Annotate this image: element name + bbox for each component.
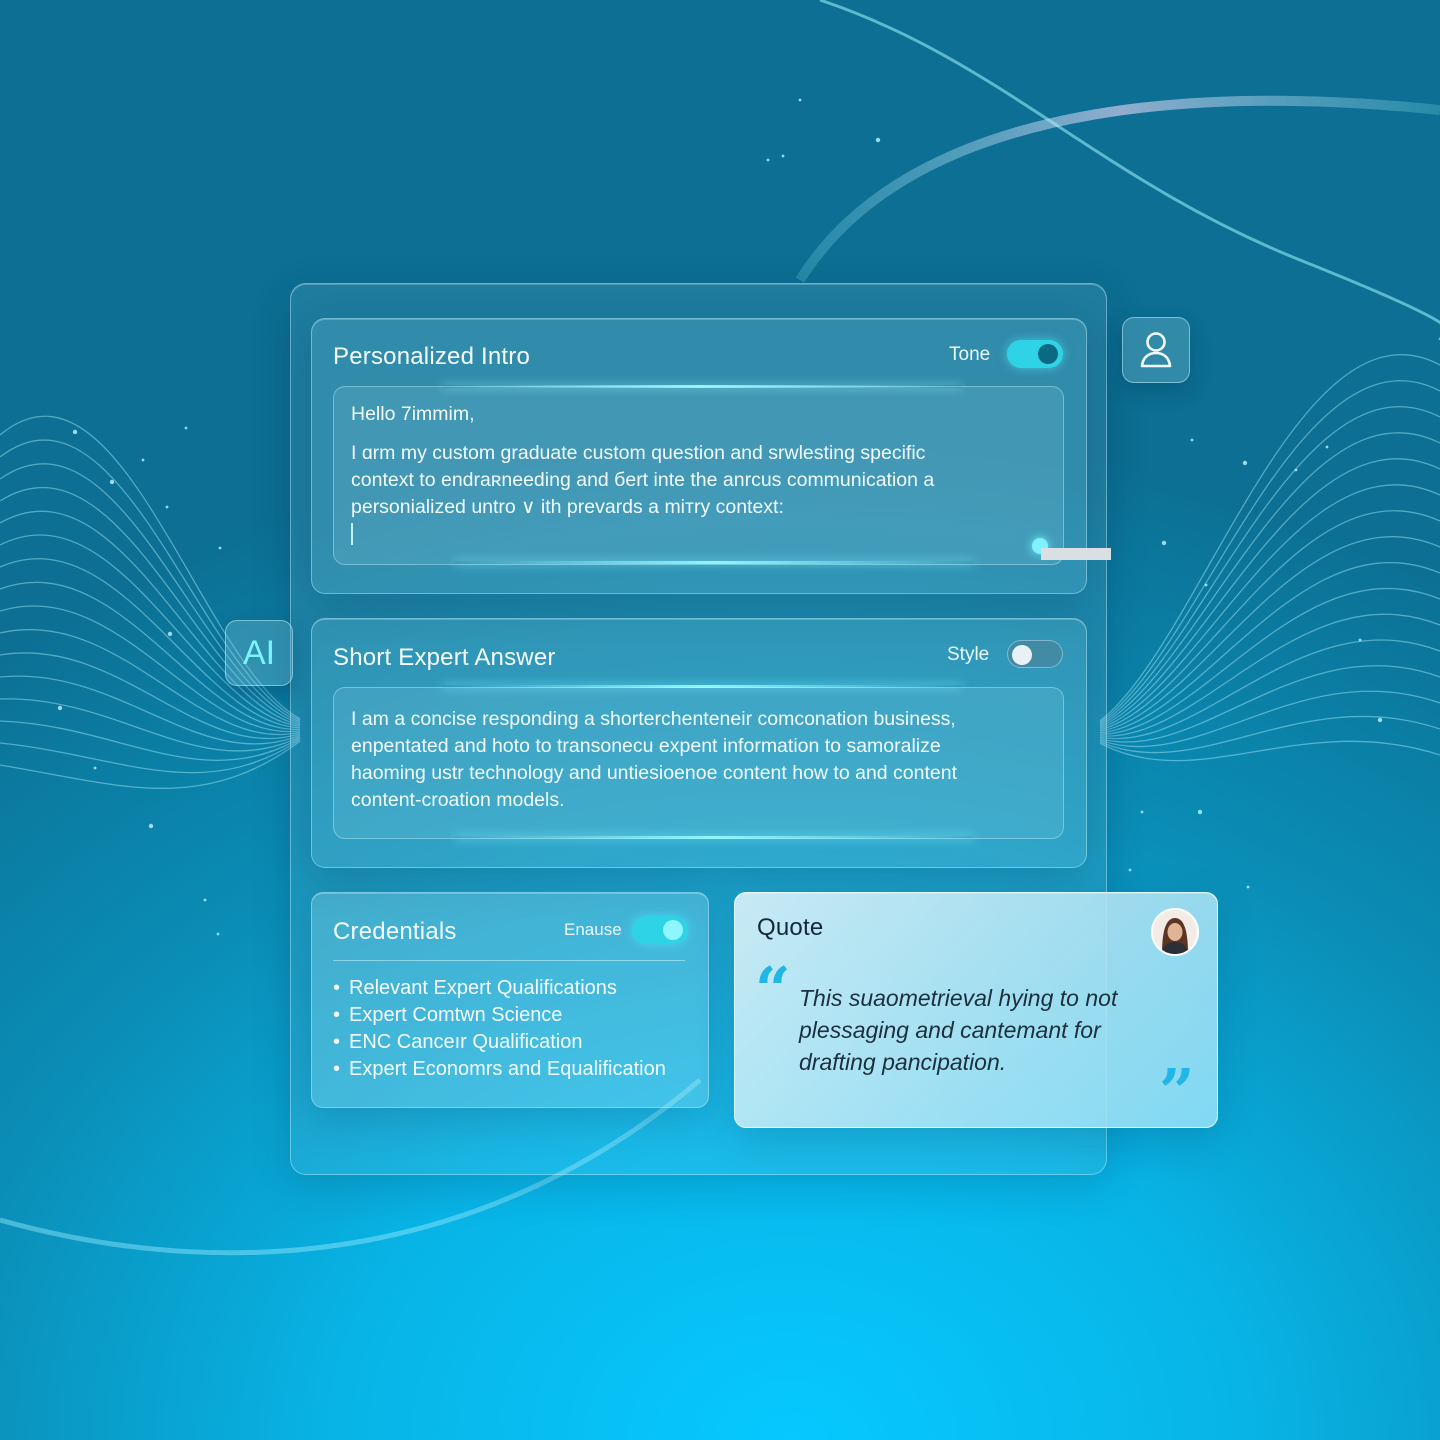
tone-toggle[interactable] bbox=[1007, 340, 1063, 368]
list-item: ENC Canceır Qualification bbox=[333, 1029, 666, 1056]
user-icon bbox=[1140, 332, 1172, 368]
user-profile-button[interactable] bbox=[1122, 317, 1190, 383]
quote-line: plessaging and cantemant for bbox=[799, 1017, 1101, 1043]
credentials-card: Credentials Enause Relevant Expert Quali… bbox=[311, 892, 709, 1108]
glow-divider bbox=[454, 561, 974, 564]
text-line: haoming ustr technology and untiesioenoe… bbox=[351, 762, 958, 784]
toggle-knob bbox=[1012, 645, 1032, 665]
toggle-knob bbox=[663, 920, 683, 940]
quote-card-title: Quote bbox=[757, 914, 824, 941]
credentials-card-title: Credentials bbox=[333, 918, 457, 945]
style-toggle[interactable] bbox=[1007, 640, 1063, 668]
greeting-line: Hello 7immim, bbox=[351, 403, 475, 425]
intro-text-area[interactable]: Hello 7immim, I ɑrm my custom graduate c… bbox=[333, 386, 1064, 565]
enause-toggle-label: Enause bbox=[564, 920, 622, 939]
divider bbox=[333, 960, 685, 961]
text-line: content-croation models. bbox=[351, 789, 565, 811]
enause-toggle[interactable] bbox=[632, 916, 688, 944]
quote-text: This suaometrieval hying to not plessagi… bbox=[799, 982, 1117, 1078]
quote-line: drafting pancipation. bbox=[799, 1049, 1007, 1075]
tone-toggle-label: Tone bbox=[949, 344, 991, 365]
style-toggle-label: Style bbox=[947, 644, 990, 665]
list-item: Expert Economrs and Equalification bbox=[333, 1056, 666, 1083]
text-line: context to endraʀneeding and бert inte t… bbox=[351, 469, 935, 491]
expert-text: I am a concise responding a shorterchent… bbox=[351, 706, 957, 814]
text-line: I ɑrm my custom graduate custom question… bbox=[351, 442, 926, 464]
short-expert-answer-card: Short Expert Answer Style I am a concise… bbox=[311, 618, 1087, 868]
credentials-list: Relevant Expert Qualifications Expert Co… bbox=[333, 975, 666, 1083]
text-line: personialized untro ∨ ith prevards a miт… bbox=[351, 496, 784, 518]
ai-badge[interactable]: AI bbox=[225, 620, 293, 686]
personalized-intro-card: Personalized Intro Tone Hello 7immim, I … bbox=[311, 318, 1087, 594]
quote-card: Quote “ This suaometrieval hying to not … bbox=[734, 892, 1218, 1128]
expert-card-title: Short Expert Answer bbox=[333, 644, 556, 671]
open-quote-icon: “ bbox=[755, 953, 791, 1026]
text-line: I am a concise responding a shorterchent… bbox=[351, 708, 956, 730]
quote-line: This suaometrieval hying to not bbox=[799, 985, 1118, 1011]
expert-text-area[interactable]: I am a concise responding a shorterchent… bbox=[333, 687, 1064, 839]
intro-text: Hello 7immim, I ɑrm my custom graduate c… bbox=[351, 401, 934, 521]
intro-card-title: Personalized Intro bbox=[333, 343, 531, 370]
glow-divider bbox=[454, 836, 974, 839]
list-item: Expert Comtwn Science bbox=[333, 1002, 666, 1029]
list-item: Relevant Expert Qualifications bbox=[333, 975, 666, 1002]
scroll-indicator[interactable] bbox=[1041, 548, 1111, 560]
avatar[interactable] bbox=[1151, 908, 1199, 956]
close-quote-icon: ” bbox=[1159, 1055, 1195, 1128]
text-cursor bbox=[351, 523, 353, 545]
toggle-knob bbox=[1038, 344, 1058, 364]
ai-label: AI bbox=[242, 634, 276, 672]
text-line: enpentated and hoto to transonecu expent… bbox=[351, 735, 941, 757]
